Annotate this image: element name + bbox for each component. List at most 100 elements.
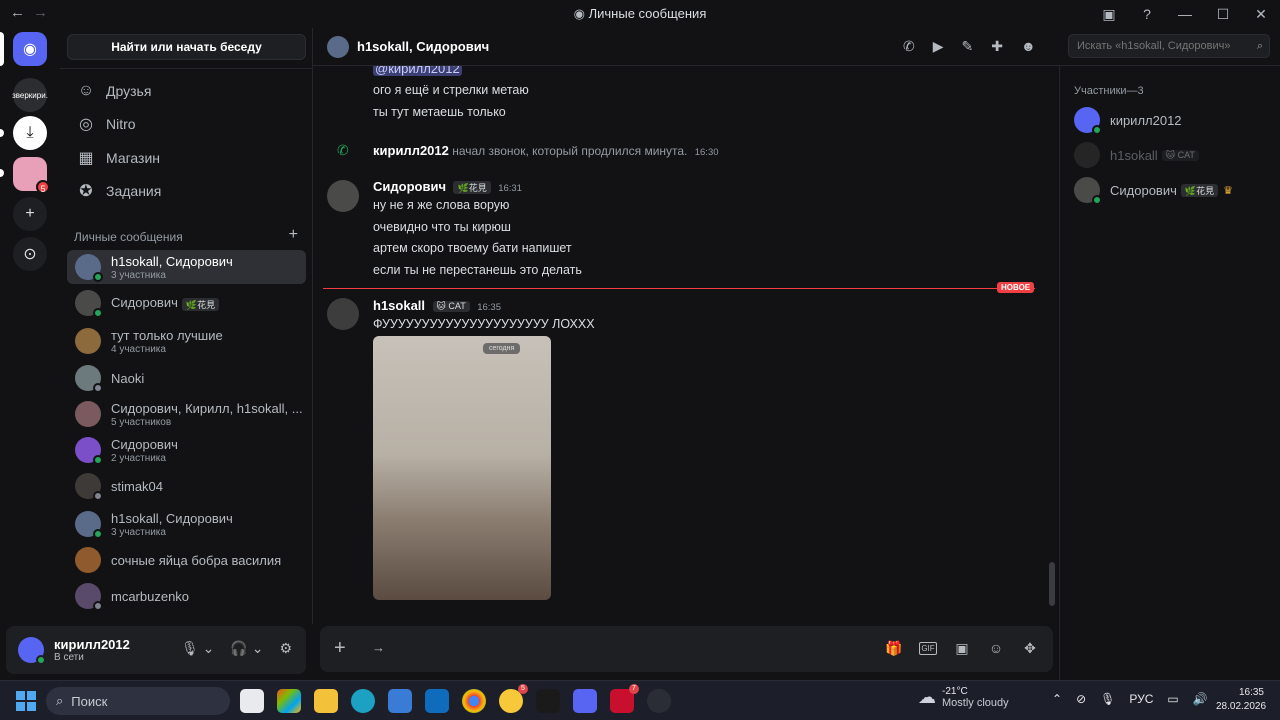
dm-item[interactable]: h1sokall, Сидорович 3 участника (67, 507, 306, 541)
inbox-icon[interactable]: ▣ (1090, 6, 1128, 23)
app-icon[interactable] (647, 689, 671, 713)
outlook-icon[interactable] (425, 689, 449, 713)
app-icon[interactable]: 7 (610, 684, 639, 713)
dm-item[interactable]: h1sokall, Сидорович 3 участника (67, 250, 306, 284)
member-item[interactable]: Сидорович 🌿花見 ♛ (1074, 176, 1233, 205)
clock[interactable]: 16:35 28.02.2026 (1216, 686, 1266, 714)
server-icon-zverkiri[interactable]: зверкири. (12, 78, 48, 112)
member-list-icon[interactable]: ☻ (1021, 38, 1036, 55)
user-panel: кирилл2012 В сети 🎙 ⌄ 🎧 ⌄ ⚙ (6, 626, 306, 674)
avatar[interactable] (327, 298, 359, 330)
find-conversation-button[interactable]: Найти или начать беседу (67, 34, 306, 60)
pinned-messages-icon[interactable]: ✎ (962, 38, 974, 55)
avatar (75, 401, 101, 427)
message-line: артем скоро твоему бати напишет (373, 241, 572, 255)
message-line: очевидно что ты кирюш (373, 220, 511, 234)
maximize-button[interactable]: ☐ (1204, 6, 1242, 23)
chat-search[interactable]: ⌕ (1068, 34, 1270, 58)
taskview-icon[interactable] (240, 689, 264, 713)
taskbar-search[interactable]: ⌕ Поиск (46, 687, 230, 715)
windows-start-icon[interactable] (16, 691, 36, 711)
avatar (1074, 142, 1100, 168)
status-online (1092, 125, 1102, 135)
timestamp: 16:31 (498, 183, 522, 194)
member-item[interactable]: кирилл2012 (1074, 106, 1182, 135)
dm-item[interactable]: Сидорович 🌿花見 (67, 286, 306, 320)
microphone-icon[interactable]: 🎙 ⌄ (181, 640, 214, 657)
nav-nitro[interactable]: ◎ Nitro (68, 109, 306, 139)
emoji-icon[interactable]: ☺ (987, 640, 1005, 657)
add-server-button[interactable]: + (13, 197, 47, 231)
server-icon-download[interactable]: ⤓ (13, 116, 47, 150)
add-friends-icon[interactable]: ✚ (991, 38, 1003, 55)
status-online (93, 455, 103, 465)
home-button[interactable]: ◉ (13, 32, 47, 66)
sticker-icon[interactable]: ▣ (953, 640, 971, 657)
scrollbar-thumb[interactable] (1049, 562, 1055, 606)
nav-friends[interactable]: ☺ Друзья (68, 76, 306, 106)
dm-item[interactable]: Naoki (67, 361, 306, 395)
image-overlay-label: сегодня (483, 343, 521, 354)
back-arrow-icon[interactable]: ← (10, 4, 25, 21)
new-badge: НОВОЕ (997, 282, 1035, 293)
group-avatar (327, 35, 349, 58)
user-mention[interactable]: @кирилл2012 (373, 66, 462, 76)
message-line: если ты не перестанешь это делать (373, 263, 582, 277)
upload-plus-icon[interactable]: + (334, 637, 346, 660)
avatar[interactable] (18, 637, 46, 665)
file-explorer-icon[interactable] (314, 689, 338, 713)
speaker-icon[interactable]: 🔊 (1193, 692, 1208, 706)
unread-indicator (0, 129, 4, 137)
edge-icon[interactable] (351, 689, 375, 713)
nav-shop[interactable]: ▦ Магазин (68, 143, 306, 173)
settings-gear-icon[interactable]: ⚙ (279, 640, 292, 657)
app-icon[interactable] (536, 689, 560, 713)
store-icon[interactable] (388, 689, 412, 713)
video-call-icon[interactable]: ▶ (933, 38, 944, 55)
author-name[interactable]: h1sokall (373, 298, 425, 313)
discord-icon[interactable] (573, 689, 597, 713)
voice-call-icon[interactable]: ✆ (903, 38, 915, 55)
chat-title: h1sokall, Сидорович (357, 39, 490, 54)
forward-arrow-icon[interactable]: → (33, 4, 48, 21)
app-icon[interactable]: 5 (499, 684, 528, 713)
weather-widget[interactable]: ☁ -21°C Mostly cloudy (918, 686, 1009, 709)
cloud-icon: ☁ (918, 687, 936, 707)
apps-icon[interactable]: ✥ (1021, 640, 1039, 657)
microphone-icon[interactable]: 🎙 (1100, 692, 1115, 706)
headphones-icon[interactable]: 🎧 ⌄ (230, 640, 263, 657)
server-icon-cat[interactable]: 5 (13, 157, 50, 194)
message-line: ну не я же слова ворую (373, 198, 510, 212)
nav-quests[interactable]: ✪ Задания (68, 176, 306, 206)
gif-icon[interactable]: GIF (919, 642, 937, 655)
author-name[interactable]: Сидорович (373, 179, 446, 194)
create-dm-plus-icon[interactable]: + (289, 226, 298, 244)
member-item[interactable]: h1sokall 🐱 CAT (1074, 141, 1199, 169)
dm-item[interactable]: тут только лучшие 4 участника (67, 324, 306, 358)
dm-item[interactable]: mcarbuzenko (67, 579, 306, 613)
network-off-icon[interactable]: ⊘ (1076, 692, 1086, 706)
dm-item[interactable]: stimak04 (67, 469, 306, 503)
message-line: ФУУУУУУУУУУУУУУУУУУУУУ ЛОХХХ (373, 317, 595, 331)
dm-item[interactable]: сочные яйца бобра василия (67, 543, 306, 577)
explore-button[interactable]: ⊙ (13, 237, 47, 271)
gift-icon[interactable]: 🎁 (885, 640, 903, 657)
dm-item[interactable]: Сидорович 2 участника (67, 433, 306, 467)
close-button[interactable]: ✕ (1242, 6, 1280, 23)
minimize-button[interactable]: — (1166, 6, 1204, 22)
chrome-icon[interactable] (462, 689, 486, 713)
message-composer[interactable]: + → 🎁 GIF ▣ ☺ ✥ (320, 626, 1053, 672)
avatar (75, 437, 103, 465)
unread-indicator (0, 169, 4, 177)
guild-tag: 🌿花見 (1180, 183, 1219, 197)
avatar[interactable] (327, 180, 359, 212)
language-indicator[interactable]: РУС (1129, 692, 1153, 706)
chevron-up-icon[interactable]: ⌃ (1052, 692, 1062, 706)
image-attachment[interactable]: сегодня (373, 336, 551, 600)
chat-search-input[interactable] (1077, 40, 1247, 52)
plus-icon: + (25, 205, 35, 222)
office-icon[interactable] (277, 689, 301, 713)
display-icon[interactable]: ▭ (1167, 692, 1178, 706)
help-icon[interactable]: ? (1128, 6, 1166, 22)
dm-item[interactable]: Сидорович, Кирилл, h1sokall, ... 5 участн… (67, 397, 306, 431)
